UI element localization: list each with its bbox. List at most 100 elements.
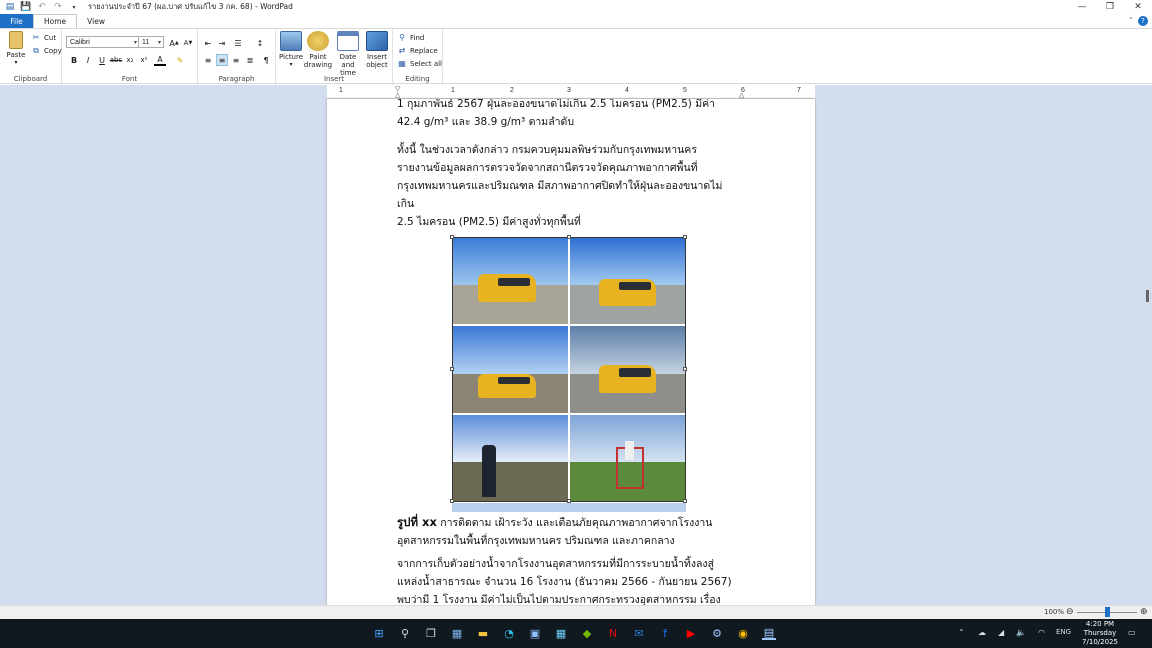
netflix-icon[interactable]: N (606, 626, 620, 640)
underline-button[interactable]: U (96, 54, 108, 66)
document-page[interactable]: 1 กุมภาพันธ์ 2567 ฝุ่นละอองขนาดไม่เกิน 2… (327, 99, 815, 605)
paragraph-top: 1 กุมภาพันธ์ 2567 ฝุ่นละอองขนาดไม่เกิน 2… (397, 99, 747, 131)
font-size-select[interactable]: 11 ▾ (138, 36, 164, 48)
embedded-photo-collage[interactable] (452, 237, 686, 502)
task-view-icon[interactable]: ❐ (424, 626, 438, 640)
clock-time: 4:20 PM (1085, 620, 1115, 628)
resize-handle[interactable] (567, 235, 571, 239)
tab-home[interactable]: Home (33, 14, 78, 28)
strikethrough-button[interactable]: abc (110, 54, 123, 66)
text-line: ทั้งนี้ ในช่วงเวลาดังกล่าว กรมควบคุมมลพิ… (397, 144, 697, 156)
language-indicator[interactable]: ENG (1056, 628, 1071, 636)
highlight-icon[interactable]: ✎ (174, 54, 186, 66)
close-button[interactable]: ✕ (1124, 0, 1152, 14)
picture-icon (280, 31, 302, 51)
youtube-icon[interactable]: ▶ (684, 626, 698, 640)
settings-app-icon[interactable]: ⚙ (710, 626, 724, 640)
save-icon[interactable]: 💾 (20, 1, 32, 13)
insert-object-button[interactable]: Insert object (364, 31, 390, 69)
resize-handle[interactable] (450, 235, 454, 239)
increase-indent-icon[interactable]: ⇥ (216, 37, 228, 49)
grow-font-icon[interactable]: A ▲ (168, 37, 180, 49)
help-icon[interactable]: ? (1138, 16, 1148, 26)
left-indent-marker[interactable]: △ (395, 91, 400, 99)
justify-icon[interactable]: ≣ (244, 54, 256, 66)
cloud-icon[interactable]: ☁ (978, 628, 986, 637)
edge-browser-icon[interactable]: ◔ (502, 626, 516, 640)
paint-label-1: Paint (309, 53, 327, 61)
ruler[interactable]: 1 1 2 3 4 5 6 7 ▽ △ △ (327, 85, 815, 99)
date-time-button[interactable]: Date and time (332, 31, 364, 77)
store-icon[interactable]: ▣ (528, 626, 542, 640)
wordpad-taskbar-icon[interactable]: ▤ (762, 626, 776, 640)
zoom-in-icon[interactable]: ⊕ (1140, 607, 1148, 617)
object-icon (366, 31, 388, 51)
chevron-down-icon: ▾ (14, 59, 18, 66)
wifi-icon[interactable]: ◠ (1038, 628, 1045, 637)
cut-button[interactable]: ✂ Cut (31, 32, 56, 43)
shrink-font-icon[interactable]: A ▼ (182, 37, 194, 49)
app-icon[interactable]: ▦ (554, 626, 568, 640)
subscript-button[interactable]: x₂ (124, 54, 136, 66)
align-right-icon[interactable]: ≡ (230, 54, 242, 66)
paste-button[interactable]: Paste ▾ (4, 31, 28, 67)
maximize-button[interactable]: ❐ (1096, 0, 1124, 14)
paint-drawing-button[interactable]: Paint drawing (304, 31, 332, 69)
chrome-icon[interactable]: ◉ (736, 626, 750, 640)
facebook-icon[interactable]: f (658, 626, 672, 640)
file-explorer-icon[interactable]: ▬ (476, 626, 490, 640)
nvidia-icon[interactable]: ◆ (580, 626, 594, 640)
clock[interactable]: 4:20 PM Thursday 7/10/2025 (1078, 620, 1122, 647)
search-icon[interactable]: ⚲ (398, 626, 412, 640)
find-button[interactable]: ⚲ Find (397, 32, 424, 43)
right-indent-marker[interactable]: △ (739, 91, 744, 99)
redo-icon[interactable]: ↷ (52, 1, 64, 13)
volume-icon[interactable]: 🔈 (1016, 628, 1026, 637)
resize-handle[interactable] (683, 367, 687, 371)
insert-group: Picture ▾ Paint drawing Date and time In… (276, 29, 393, 85)
minimize-button[interactable]: — (1068, 0, 1096, 14)
insert-group-label: Insert (323, 75, 345, 83)
line-spacing-icon[interactable]: ↕ (254, 37, 266, 49)
notification-icon[interactable]: ▭ (1128, 628, 1136, 637)
resize-handle[interactable] (450, 367, 454, 371)
paragraph-settings-icon[interactable]: ¶ (260, 54, 272, 66)
vertical-scrollbar-thumb[interactable] (1146, 290, 1149, 302)
select-all-button[interactable]: ▦ Select all (397, 58, 442, 69)
wordpad-app-icon[interactable]: ▤ (4, 1, 16, 13)
italic-button[interactable]: I (82, 54, 94, 66)
align-left-icon[interactable]: ≡ (202, 54, 214, 66)
copy-button[interactable]: ⧉ Copy (31, 45, 62, 56)
tab-view[interactable]: View (77, 14, 115, 28)
bullet-list-icon[interactable]: ☰ (232, 37, 244, 49)
network-icon[interactable]: ◢ (998, 628, 1004, 637)
tab-file[interactable]: File (0, 14, 33, 28)
font-color-button[interactable]: A (154, 54, 166, 66)
font-group-label: Font (121, 75, 138, 83)
paragraph-3: จากการเก็บตัวอย่างน้ำจากโรงงานอุตสาหกรรม… (397, 555, 757, 605)
datetime-label-1: Date and (339, 53, 357, 69)
replace-button[interactable]: ⇄ Replace (397, 45, 438, 56)
document-area[interactable]: 1 1 2 3 4 5 6 7 ▽ △ △ 1 กุมภาพันธ์ 2567 … (0, 85, 1152, 605)
widgets-icon[interactable]: ▦ (450, 626, 464, 640)
font-family-select[interactable]: Calibri ▾ (66, 36, 140, 48)
picture-button[interactable]: Picture ▾ (278, 31, 304, 69)
ruler-number: 7 (797, 87, 801, 94)
start-windows-icon[interactable]: ⊞ (372, 626, 386, 640)
photo-van-3 (453, 326, 568, 413)
undo-icon[interactable]: ↶ (36, 1, 48, 13)
bold-button[interactable]: B (68, 54, 80, 66)
text-line: พบว่ามี 1 โรงงาน มีค่าไม่เป็นไปตามประกาศ… (397, 594, 721, 605)
customize-quick-access-icon[interactable]: ▾ (68, 1, 80, 13)
zoom-out-icon[interactable]: ⊖ (1066, 607, 1074, 617)
zoom-slider-thumb[interactable] (1105, 607, 1110, 617)
chevron-up-icon[interactable]: ⌃ (958, 628, 965, 637)
font-group: Calibri ▾ 11 ▾ A ▲ A ▼ B I U abc x₂ x² A ✎ F… (62, 29, 198, 85)
resize-handle[interactable] (683, 235, 687, 239)
align-center-icon[interactable]: ≡ (216, 54, 228, 66)
outlook-icon[interactable]: ✉ (632, 626, 646, 640)
scissors-icon: ✂ (32, 33, 40, 42)
decrease-indent-icon[interactable]: ⇤ (202, 37, 214, 49)
superscript-button[interactable]: x² (138, 54, 150, 66)
chevron-up-icon[interactable]: ⌃ (1128, 16, 1134, 24)
